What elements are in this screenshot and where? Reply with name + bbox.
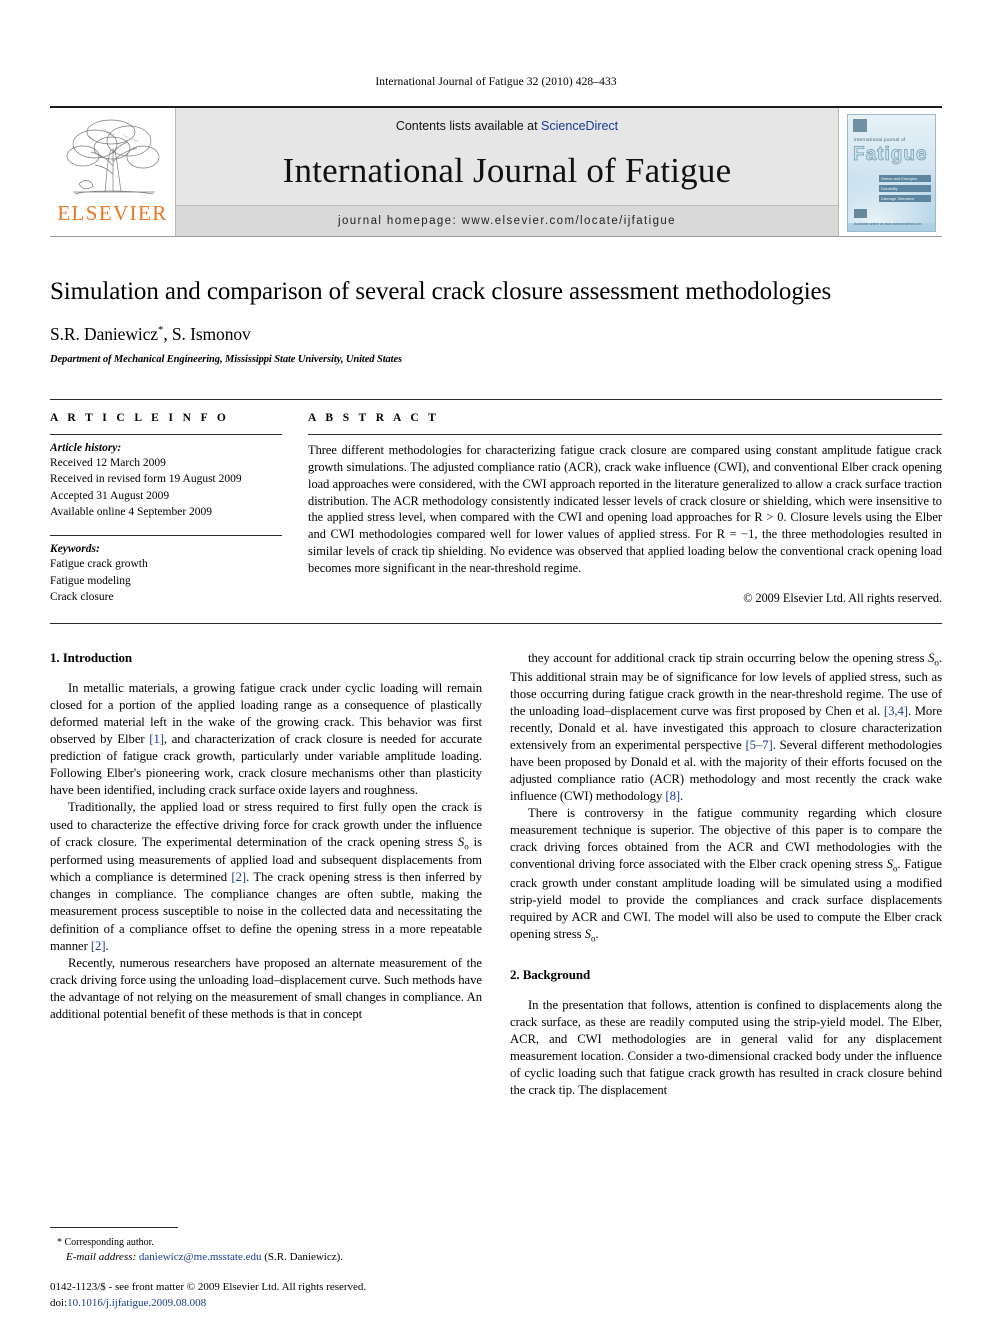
abstract-text: Three different methodologies for charac… xyxy=(308,443,942,576)
abstract-copyright: © 2009 Elsevier Ltd. All rights reserved… xyxy=(743,590,942,605)
citation-reference[interactable]: [2] xyxy=(91,939,106,953)
cover-footer-logo xyxy=(854,209,867,218)
body-paragraph: they account for additional crack tip st… xyxy=(510,650,942,805)
elsevier-wordmark: ELSEVIER xyxy=(57,201,168,225)
citation-reference[interactable]: [5–7] xyxy=(745,738,772,752)
paragraph-text: . xyxy=(105,938,109,953)
cover-footer-text: Available online at www.sciencedirect.co… xyxy=(854,222,922,226)
divider xyxy=(308,434,942,435)
elsevier-logo: ELSEVIER xyxy=(50,108,176,236)
body-paragraph: There is controversy in the fatigue comm… xyxy=(510,805,942,945)
cover-topic-bar: Durability xyxy=(879,185,931,192)
email-link[interactable]: daniewicz@me.msstate.edu xyxy=(139,1251,262,1263)
left-column-paragraphs: In metallic materials, a growing fatigue… xyxy=(50,680,482,1023)
cover-topic-bar: Stress and Energies xyxy=(879,175,931,182)
sciencedirect-link[interactable]: ScienceDirect xyxy=(541,119,618,133)
elsevier-tree-icon xyxy=(66,119,159,195)
email-owner: (S.R. Daniewicz). xyxy=(264,1250,344,1263)
citation-reference[interactable]: [1] xyxy=(149,732,164,746)
issn-copyright-line: 0142-1123/$ - see front matter © 2009 El… xyxy=(50,1281,367,1294)
email-label: E-mail address: xyxy=(66,1250,137,1263)
cover-topic-bars: Stress and Energies Durability Damage To… xyxy=(879,175,931,205)
abstract-label: A B S T R A C T xyxy=(308,412,440,424)
citation-reference[interactable]: [2] xyxy=(231,870,246,884)
info-abstract-region: A R T I C L E I N F O Article history: R… xyxy=(50,399,942,624)
journal-article-page: International Journal of Fatigue 32 (201… xyxy=(0,0,992,1323)
paragraph-text: Traditionally, the applied load or stres… xyxy=(50,800,482,849)
journal-homepage[interactable]: journal homepage: www.elsevier.com/locat… xyxy=(176,205,838,236)
page-title: Simulation and comparison of several cra… xyxy=(50,278,832,305)
body-paragraph: In metallic materials, a growing fatigue… xyxy=(50,680,482,800)
history-item: Accepted 31 August 2009 xyxy=(50,489,170,502)
title-block: Simulation and comparison of several cra… xyxy=(50,277,942,365)
corresponding-author-text: * Corresponding author. xyxy=(57,1236,154,1248)
journal-title: International Journal of Fatigue xyxy=(282,151,732,190)
citation-reference[interactable]: [8] xyxy=(665,789,680,803)
author-list: S.R. Daniewicz*, S. Ismonov xyxy=(50,324,942,345)
body-paragraph: In the presentation that follows, attent… xyxy=(510,997,942,1099)
citation-reference[interactable]: [3,4] xyxy=(884,704,908,718)
background-paragraphs: In the presentation that follows, attent… xyxy=(510,997,942,1099)
body-columns: 1. Introduction In metallic materials, a… xyxy=(50,650,942,1099)
body-paragraph: Recently, numerous researchers have prop… xyxy=(50,955,482,1023)
cover-publisher-mark xyxy=(853,119,867,132)
keywords-heading: Keywords: xyxy=(50,543,100,556)
paragraph-text: . xyxy=(680,789,684,804)
body-column-right: they account for additional crack tip st… xyxy=(510,650,942,1099)
paragraph-text: . xyxy=(595,927,599,942)
masthead-center: Contents lists available at ScienceDirec… xyxy=(176,108,838,236)
article-info-label: A R T I C L E I N F O xyxy=(50,412,230,424)
divider xyxy=(50,535,282,537)
keyword-item: Fatigue modeling xyxy=(50,574,131,587)
affiliation: Department of Mechanical Engineering, Mi… xyxy=(50,354,403,365)
abstract-column: A B S T R A C T Three different methodol… xyxy=(300,412,942,624)
paragraph-text: In the presentation that follows, attent… xyxy=(510,997,942,1098)
section-heading-introduction: 1. Introduction xyxy=(50,649,133,665)
article-info-column: A R T I C L E I N F O Article history: R… xyxy=(50,412,282,624)
doi-line: doi:10.1016/j.ijfatigue.2009.08.008 xyxy=(50,1296,550,1311)
footnote-divider xyxy=(50,1226,178,1228)
contents-prefix: Contents lists available at xyxy=(395,119,542,133)
body-column-left: 1. Introduction In metallic materials, a… xyxy=(50,650,482,1099)
paragraph-text: There is controversy in the fatigue comm… xyxy=(510,806,942,872)
running-head: International Journal of Fatigue 32 (201… xyxy=(375,76,617,88)
doi-link[interactable]: 10.1016/j.ijfatigue.2009.08.008 xyxy=(67,1297,206,1309)
paragraph-text: they account for additional crack tip st… xyxy=(528,650,929,665)
contents-available-line: Contents lists available at ScienceDirec… xyxy=(396,119,618,133)
journal-masthead: ELSEVIER Contents lists available at Sci… xyxy=(50,106,942,237)
footnote-zone: * Corresponding author. E-mail address: … xyxy=(50,1226,482,1265)
cover-subtitle: international journal of xyxy=(854,137,906,142)
article-history-heading: Article history: xyxy=(50,442,122,454)
right-column-paragraphs: they account for additional crack tip st… xyxy=(510,650,942,945)
history-item: Available online 4 September 2009 xyxy=(50,505,213,518)
cover-image: international journal of Fatigue Stress … xyxy=(847,114,936,232)
imprint-block: 0142-1123/$ - see front matter © 2009 El… xyxy=(50,1280,550,1311)
body-paragraph: Traditionally, the applied load or stres… xyxy=(50,799,482,954)
keyword-item: Crack closure xyxy=(50,590,114,603)
history-item: Received 12 March 2009 xyxy=(50,457,166,469)
author-name: S.R. Daniewicz xyxy=(50,324,158,344)
author-name: , S. Ismonov xyxy=(163,324,251,344)
paragraph-text: Recently, numerous researchers have prop… xyxy=(50,955,482,1021)
journal-cover-thumbnail: international journal of Fatigue Stress … xyxy=(838,108,942,236)
keyword-item: Fatigue crack growth xyxy=(50,558,148,571)
corresponding-author-note: * Corresponding author. E-mail address: … xyxy=(50,1235,482,1265)
divider xyxy=(50,434,282,435)
cover-topic-bar: Damage Tolerance xyxy=(879,195,931,202)
article-history-list: Received 12 March 2009 Received in revis… xyxy=(50,455,282,520)
keywords-list: Fatigue crack growth Fatigue modeling Cr… xyxy=(50,556,282,605)
doi-label: doi: xyxy=(50,1296,68,1309)
section-heading-background: 2. Background xyxy=(510,966,591,982)
history-item: Received in revised form 19 August 2009 xyxy=(50,473,242,486)
